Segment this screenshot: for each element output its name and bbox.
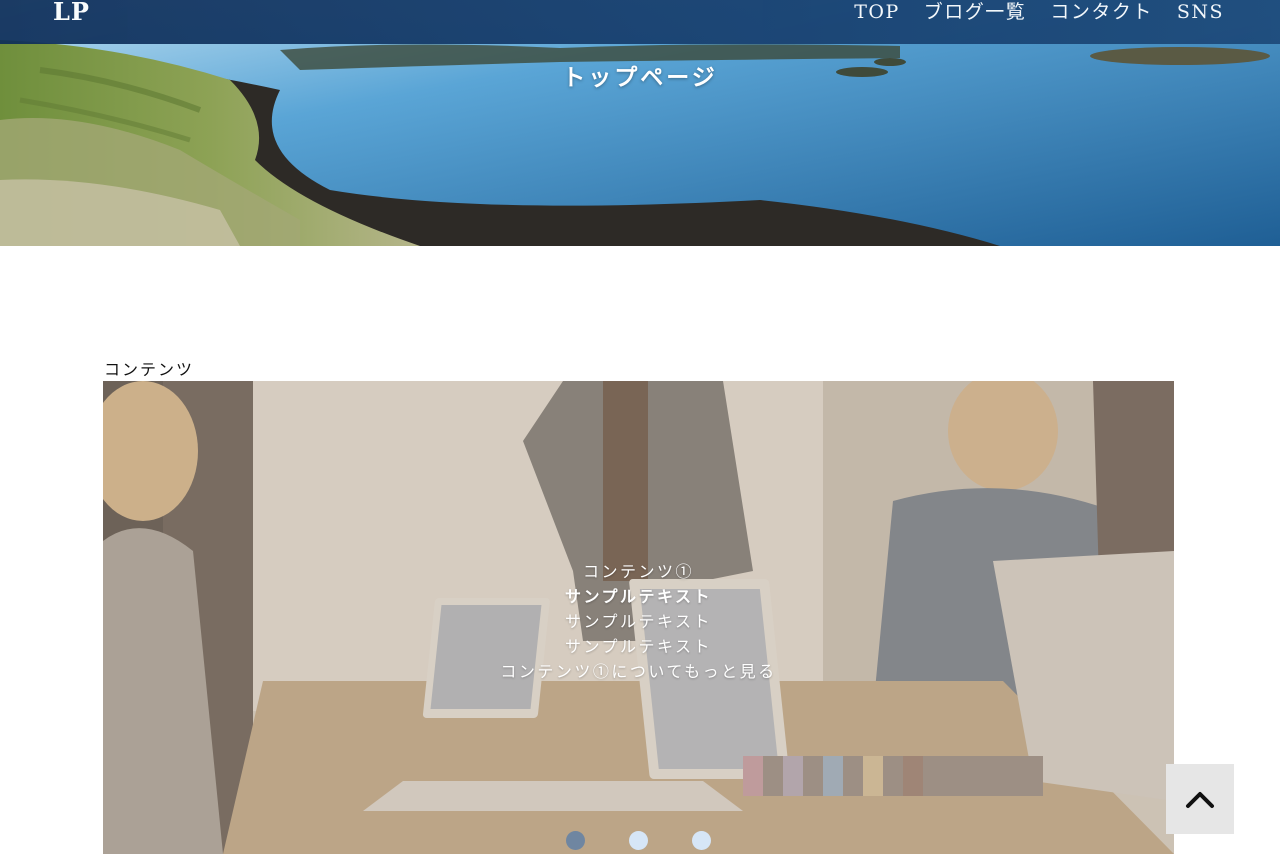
slider-dot-1[interactable]	[566, 831, 585, 850]
slide-text-line: サンプルテキスト	[564, 637, 713, 656]
slide-more-link[interactable]: コンテンツ①についてもっと見る	[103, 659, 1174, 684]
slide-text-line: サンプルテキスト	[564, 587, 713, 606]
nav-item-blog-list[interactable]: ブログ一覧	[924, 0, 1027, 24]
slider-dot-2[interactable]	[629, 831, 648, 850]
content-slider[interactable]: コンテンツ① サンプルテキスト サンプルテキスト サンプルテキスト コンテンツ①…	[103, 381, 1174, 854]
page-title: トップページ	[562, 64, 718, 91]
site-logo[interactable]: LP	[53, 0, 90, 26]
slider-dot-3[interactable]	[692, 831, 711, 850]
slider-pagination	[103, 831, 1174, 850]
nav-item-top[interactable]: TOP	[854, 0, 900, 24]
nav-item-sns[interactable]: SNS	[1177, 0, 1224, 24]
back-to-top-button[interactable]	[1166, 764, 1234, 834]
nav-item-contact[interactable]: コンタクト	[1050, 0, 1153, 24]
slide-caption: コンテンツ① サンプルテキスト サンプルテキスト サンプルテキスト コンテンツ①…	[103, 559, 1174, 684]
chevron-up-icon	[1186, 792, 1214, 808]
hero-banner: LP TOP ブログ一覧 コンタクト SNS トップページ	[0, 0, 1280, 246]
slide-text-line: サンプルテキスト	[564, 612, 713, 631]
navbar: LP TOP ブログ一覧 コンタクト SNS	[0, 0, 1280, 44]
section-heading: コンテンツ	[104, 360, 195, 379]
main-nav: TOP ブログ一覧 コンタクト SNS	[854, 0, 1224, 24]
slide-heading: コンテンツ①	[582, 562, 694, 581]
